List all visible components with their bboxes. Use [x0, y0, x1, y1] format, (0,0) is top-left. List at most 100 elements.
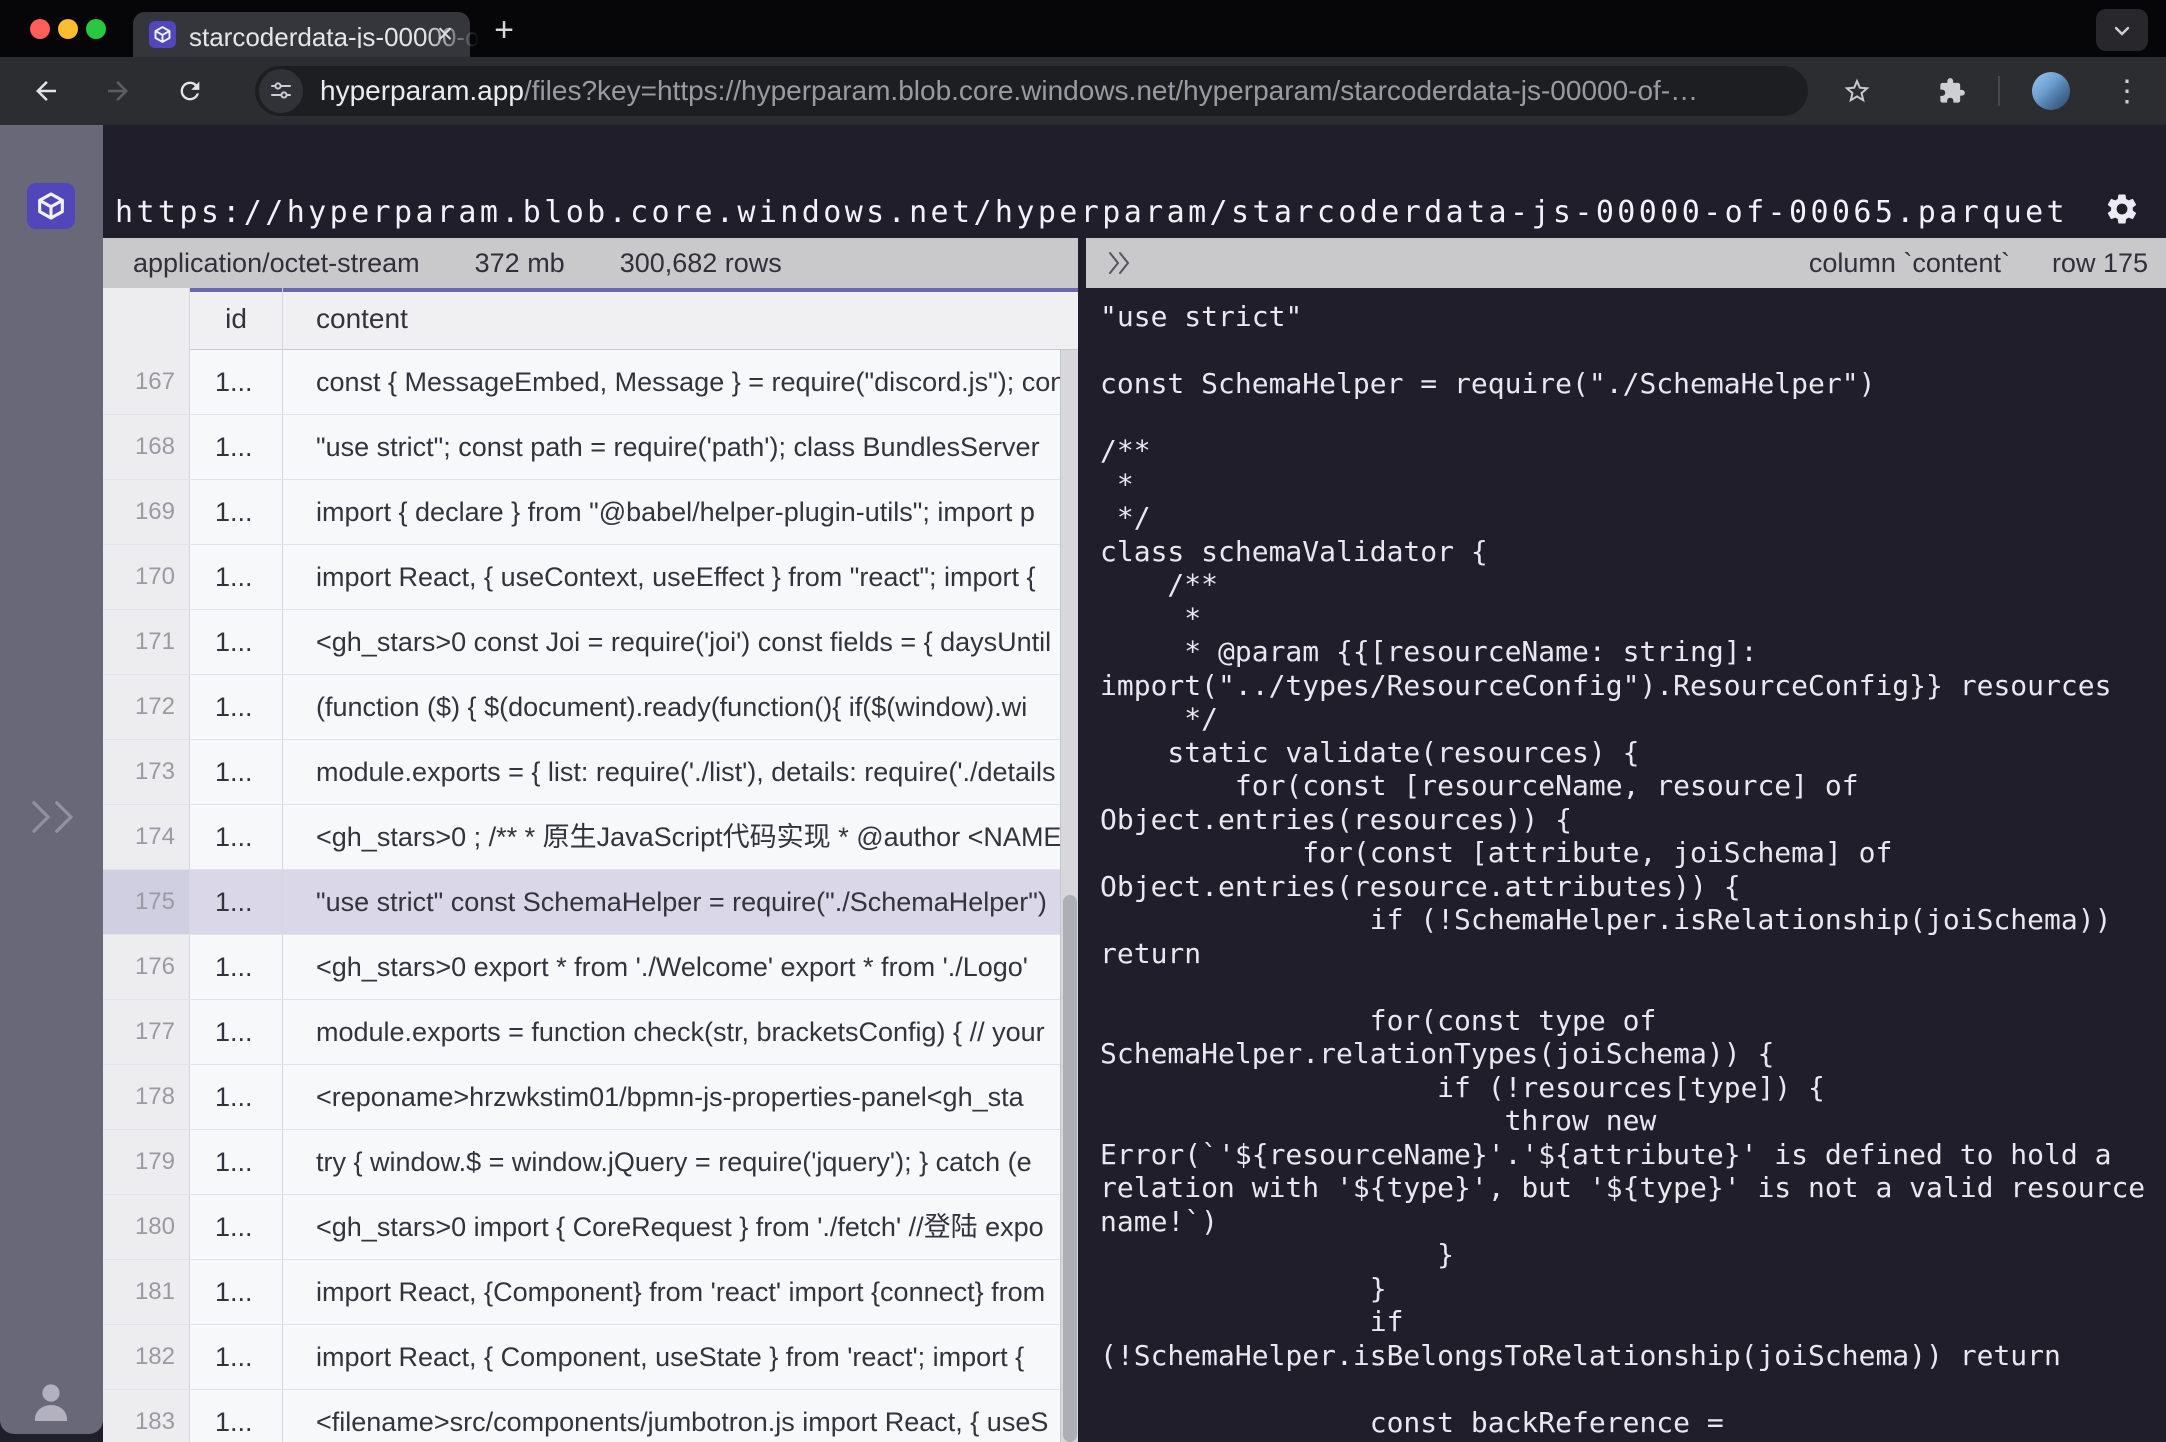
- bookmark-button[interactable]: [1836, 70, 1878, 112]
- cell-id[interactable]: 1...: [190, 1260, 283, 1324]
- table-row[interactable]: 170 1... import React, { useContext, use…: [103, 545, 1078, 610]
- cell-content[interactable]: (function ($) { $(document).ready(functi…: [283, 675, 1060, 739]
- cell-id[interactable]: 1...: [190, 350, 283, 414]
- table-row[interactable]: 172 1... (function ($) { $(document).rea…: [103, 675, 1078, 740]
- row-number: 170: [103, 545, 190, 609]
- cell-content[interactable]: "use strict"; const path = require('path…: [283, 415, 1060, 479]
- new-tab-button[interactable]: +: [483, 10, 525, 52]
- table-row[interactable]: 176 1... <gh_stars>0 export * from './We…: [103, 935, 1078, 1000]
- table-row[interactable]: 169 1... import { declare } from "@babel…: [103, 480, 1078, 545]
- code-line: [1100, 1372, 2166, 1406]
- puzzle-icon: [1938, 77, 1966, 105]
- browser-tab[interactable]: starcoderdata-js-00000-of-0 ×: [133, 12, 470, 57]
- tab-search-button[interactable]: [2096, 9, 2148, 51]
- code-line: }: [1100, 1272, 2166, 1306]
- cell-id[interactable]: 1...: [190, 1000, 283, 1064]
- table-row[interactable]: 175 1... "use strict" const SchemaHelper…: [103, 870, 1078, 935]
- column-header-id[interactable]: id: [190, 288, 283, 350]
- column-header-content[interactable]: content: [283, 288, 1060, 350]
- window-minimize-button[interactable]: [58, 19, 78, 39]
- cell-content[interactable]: module.exports = { list: require('./list…: [283, 740, 1060, 804]
- extensions-button[interactable]: [1931, 70, 1973, 112]
- cell-id[interactable]: 1...: [190, 415, 283, 479]
- cell-content[interactable]: <filename>src/components/jumbotron.js im…: [283, 1390, 1060, 1442]
- table-row[interactable]: 183 1... <filename>src/components/jumbot…: [103, 1390, 1078, 1442]
- table-row[interactable]: 178 1... <reponame>hrzwkstim01/bpmn-js-p…: [103, 1065, 1078, 1130]
- forward-button[interactable]: [97, 70, 139, 112]
- cell-id[interactable]: 1...: [190, 740, 283, 804]
- cell-id[interactable]: 1...: [190, 1390, 283, 1442]
- table-row[interactable]: 174 1... <gh_stars>0 ; /** * 原生JavaScrip…: [103, 805, 1078, 870]
- code-line: return: [1100, 937, 2166, 971]
- cell-content-viewer: "use strict" const SchemaHelper = requir…: [1086, 288, 2166, 1442]
- code-line: */: [1100, 702, 2166, 736]
- table-row[interactable]: 171 1... <gh_stars>0 const Joi = require…: [103, 610, 1078, 675]
- url-hostname: hyperparam.app: [320, 75, 524, 106]
- cell-id[interactable]: 1...: [190, 805, 283, 869]
- table-row[interactable]: 167 1... const { MessageEmbed, Message }…: [103, 350, 1078, 415]
- code-line: */: [1100, 501, 2166, 535]
- reload-button[interactable]: [169, 70, 211, 112]
- table-row[interactable]: 173 1... module.exports = { list: requir…: [103, 740, 1078, 805]
- table-row[interactable]: 168 1... "use strict"; const path = requ…: [103, 415, 1078, 480]
- cell-content[interactable]: <gh_stars>0 export * from './Welcome' ex…: [283, 935, 1060, 999]
- cell-id[interactable]: 1...: [190, 545, 283, 609]
- sidebar: [0, 125, 103, 1434]
- cell-content[interactable]: import React, {Component} from 'react' i…: [283, 1260, 1060, 1324]
- code-line: * @param {{[resourceName: string]:: [1100, 635, 2166, 669]
- cell-content[interactable]: import { declare } from "@babel/helper-p…: [283, 480, 1060, 544]
- person-icon: [27, 1377, 75, 1425]
- profile-avatar[interactable]: [2032, 72, 2070, 110]
- row-number: 180: [103, 1195, 190, 1259]
- cell-content[interactable]: <gh_stars>0 import { CoreRequest } from …: [283, 1195, 1060, 1259]
- url-text: hyperparam.app/files?key=https://hyperpa…: [320, 75, 1698, 107]
- window-close-button[interactable]: [30, 19, 50, 39]
- cell-content[interactable]: import React, { useContext, useEffect } …: [283, 545, 1060, 609]
- cell-id[interactable]: 1...: [190, 935, 283, 999]
- cell-id[interactable]: 1...: [190, 870, 283, 934]
- cell-id[interactable]: 1...: [190, 675, 283, 739]
- cell-content[interactable]: try { window.$ = window.jQuery = require…: [283, 1130, 1060, 1194]
- cell-content[interactable]: "use strict" const SchemaHelper = requir…: [283, 870, 1060, 934]
- table-row[interactable]: 182 1... import React, { Component, useS…: [103, 1325, 1078, 1390]
- table-scrollbar[interactable]: [1060, 350, 1078, 1442]
- table-row[interactable]: 179 1... try { window.$ = window.jQuery …: [103, 1130, 1078, 1195]
- scrollbar-thumb[interactable]: [1063, 895, 1077, 1442]
- cell-id[interactable]: 1...: [190, 1065, 283, 1129]
- hyperparam-logo-icon[interactable]: [27, 183, 75, 229]
- settings-button[interactable]: [2100, 187, 2144, 231]
- cell-content[interactable]: <gh_stars>0 ; /** * 原生JavaScript代码实现 * @…: [283, 805, 1060, 869]
- star-icon: [1842, 76, 1872, 106]
- table-row[interactable]: 181 1... import React, {Component} from …: [103, 1260, 1078, 1325]
- window-zoom-button[interactable]: [86, 19, 106, 39]
- address-bar[interactable]: hyperparam.app/files?key=https://hyperpa…: [255, 66, 1808, 116]
- cell-id[interactable]: 1...: [190, 1325, 283, 1389]
- cell-content[interactable]: <gh_stars>0 const Joi = require('joi') c…: [283, 610, 1060, 674]
- cell-id[interactable]: 1...: [190, 1130, 283, 1194]
- code-line: *: [1100, 468, 2166, 502]
- double-chevron-right-icon[interactable]: [1104, 250, 1134, 276]
- table-row[interactable]: 177 1... module.exports = function check…: [103, 1000, 1078, 1065]
- table-row[interactable]: 180 1... <gh_stars>0 import { CoreReques…: [103, 1195, 1078, 1260]
- user-profile-button[interactable]: [27, 1377, 75, 1425]
- row-number: 183: [103, 1390, 190, 1442]
- cell-id[interactable]: 1...: [190, 480, 283, 544]
- cell-content[interactable]: import React, { Component, useState } fr…: [283, 1325, 1060, 1389]
- cell-id[interactable]: 1...: [190, 610, 283, 674]
- code-line: "use strict": [1100, 300, 2166, 334]
- detail-panel-header: column `content` row 175: [1086, 238, 2166, 288]
- cell-content[interactable]: <reponame>hrzwkstim01/bpmn-js-properties…: [283, 1065, 1060, 1129]
- browser-toolbar: hyperparam.app/files?key=https://hyperpa…: [0, 57, 2166, 125]
- cell-id[interactable]: 1...: [190, 1195, 283, 1259]
- chevron-down-icon: [2110, 18, 2134, 42]
- code-line: if: [1100, 1305, 2166, 1339]
- site-settings-icon[interactable]: [259, 69, 303, 113]
- table-body: 167 1... const { MessageEmbed, Message }…: [103, 350, 1078, 1442]
- sidebar-expand-button[interactable]: [18, 797, 84, 837]
- cell-content[interactable]: const { MessageEmbed, Message } = requir…: [283, 350, 1060, 414]
- code-line: if (!SchemaHelper.isRelationship(joiSche…: [1100, 903, 2166, 937]
- cell-content[interactable]: module.exports = function check(str, bra…: [283, 1000, 1060, 1064]
- browser-menu-button[interactable]: ⋮: [2106, 70, 2148, 112]
- tab-close-icon[interactable]: ×: [430, 19, 460, 49]
- back-button[interactable]: [25, 70, 67, 112]
